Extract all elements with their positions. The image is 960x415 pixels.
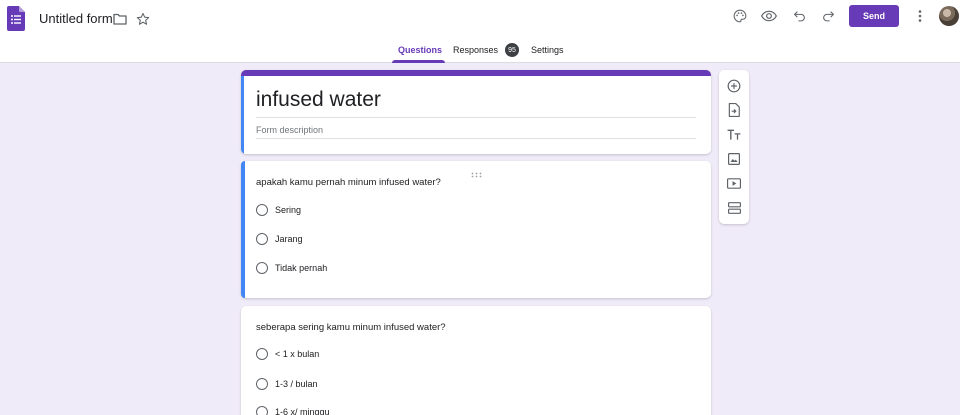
forms-icon[interactable] — [7, 6, 25, 31]
question-card[interactable]: seberapa sering kamu minum infused water… — [241, 306, 711, 415]
star-icon[interactable] — [135, 11, 150, 26]
option-label: Jarang — [275, 234, 303, 244]
floating-toolbar — [719, 70, 749, 224]
focus-indicator — [241, 161, 245, 298]
active-tab-indicator — [392, 60, 445, 63]
tab-responses[interactable]: Responses 95 — [453, 40, 520, 63]
add-image-icon[interactable] — [726, 151, 742, 167]
add-video-icon[interactable] — [726, 175, 742, 191]
more-vert-icon[interactable] — [913, 9, 927, 23]
radio-button[interactable] — [256, 378, 268, 390]
option-item[interactable]: 1-6 x/ minggu — [256, 405, 330, 415]
tab-questions-label: Questions — [398, 45, 443, 55]
title-card-accent — [241, 70, 711, 76]
tab-responses-label: Responses — [453, 45, 499, 55]
option-label: Tidak pernah — [275, 263, 328, 273]
eye-icon[interactable] — [761, 9, 777, 23]
tab-settings-label: Settings — [531, 45, 564, 55]
folder-icon[interactable] — [113, 12, 127, 26]
document-title[interactable]: Untitled form — [39, 11, 113, 27]
palette-icon[interactable] — [733, 9, 747, 23]
option-item[interactable]: Sering — [256, 203, 301, 217]
option-label: < 1 x bulan — [275, 349, 320, 359]
radio-button[interactable] — [256, 204, 268, 216]
question-text[interactable]: seberapa sering kamu minum infused water… — [256, 322, 446, 333]
redo-icon[interactable] — [821, 9, 835, 23]
tab-settings[interactable]: Settings — [531, 40, 564, 63]
import-questions-icon[interactable] — [726, 102, 742, 118]
add-section-icon[interactable] — [726, 200, 742, 216]
option-label: 1-3 / bulan — [275, 379, 318, 389]
option-item[interactable]: 1-3 / bulan — [256, 377, 318, 391]
description-underline — [256, 138, 696, 139]
undo-icon[interactable] — [792, 9, 806, 23]
option-item[interactable]: Tidak pernah — [256, 261, 327, 275]
form-description-field[interactable]: Form description — [256, 125, 323, 135]
focus-indicator — [241, 76, 244, 154]
option-item[interactable]: Jarang — [256, 232, 303, 246]
radio-button[interactable] — [256, 262, 268, 274]
option-item[interactable]: < 1 x bulan — [256, 347, 319, 361]
title-underline — [256, 117, 696, 118]
form-title-card[interactable]: infused water Form description — [241, 70, 711, 154]
radio-button[interactable] — [256, 406, 268, 415]
question-text[interactable]: apakah kamu pernah minum infused water? — [256, 177, 441, 188]
form-title[interactable]: infused water — [256, 87, 381, 113]
option-label: 1-6 x/ minggu — [275, 407, 330, 415]
question-card[interactable]: apakah kamu pernah minum infused water? … — [241, 161, 711, 298]
radio-button[interactable] — [256, 233, 268, 245]
option-label: Sering — [275, 205, 302, 215]
add-title-icon[interactable] — [726, 127, 742, 143]
send-button[interactable]: Send — [849, 5, 899, 27]
avatar[interactable] — [939, 6, 959, 26]
drag-handle-icon[interactable] — [471, 165, 482, 178]
radio-button[interactable] — [256, 348, 268, 360]
responses-count-badge: 95 — [505, 43, 520, 57]
add-question-icon[interactable] — [726, 78, 742, 94]
